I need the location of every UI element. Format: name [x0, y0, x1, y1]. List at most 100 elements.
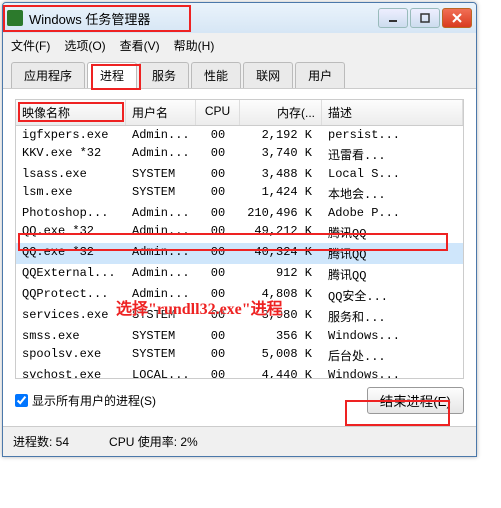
cell: 1,424 K: [240, 184, 322, 203]
cell: services.exe: [16, 307, 126, 326]
cell: 腾讯QQ: [322, 244, 463, 263]
cell: 4,808 K: [240, 286, 322, 305]
cell: 迅雷看...: [322, 145, 463, 164]
table-header: 映像名称 用户名 CPU 内存(... 描述: [16, 100, 463, 126]
cell: persist...: [322, 127, 463, 143]
app-icon: [7, 10, 23, 26]
cell: Adobe P...: [322, 205, 463, 221]
cell: 后台处...: [322, 346, 463, 365]
cell: Windows...: [322, 328, 463, 344]
col-user[interactable]: 用户名: [126, 100, 196, 125]
table-row[interactable]: QQProtect...Admin...004,808 KQQ安全...: [16, 285, 463, 306]
tab-5[interactable]: 用户: [295, 62, 345, 88]
cell: 3,740 K: [240, 145, 322, 164]
cell: lsass.exe: [16, 166, 126, 182]
process-table: 映像名称 用户名 CPU 内存(... 描述 igfxpers.exeAdmin…: [15, 99, 464, 379]
cell: 00: [196, 166, 240, 182]
table-row[interactable]: services.exeSYSTEM003,980 K服务和...: [16, 306, 463, 327]
tab-0[interactable]: 应用程序: [11, 62, 85, 88]
window-title: Windows 任务管理器: [29, 9, 378, 28]
table-row[interactable]: igfxpers.exeAdmin...002,192 Kpersist...: [16, 126, 463, 144]
cell: SYSTEM: [126, 166, 196, 182]
cell: 00: [196, 184, 240, 203]
cell: KKV.exe *32: [16, 145, 126, 164]
cell: 00: [196, 286, 240, 305]
cell: lsm.exe: [16, 184, 126, 203]
table-row[interactable]: Photoshop...Admin...00210,496 KAdobe P..…: [16, 204, 463, 222]
table-row[interactable]: svchost.exeLOCAL...004,440 KWindows...: [16, 366, 463, 379]
cell: smss.exe: [16, 328, 126, 344]
statusbar: 进程数: 54 CPU 使用率: 2%: [3, 426, 476, 456]
cell: 00: [196, 223, 240, 242]
menu-options[interactable]: 选项(O): [64, 37, 105, 54]
table-row[interactable]: spoolsv.exeSYSTEM005,008 K后台处...: [16, 345, 463, 366]
show-all-users-label: 显示所有用户的进程(S): [32, 392, 156, 409]
cell: SYSTEM: [126, 328, 196, 344]
cell: 40,324 K: [240, 244, 322, 263]
cell: Photoshop...: [16, 205, 126, 221]
cell: 49,212 K: [240, 223, 322, 242]
cell: 00: [196, 307, 240, 326]
table-row[interactable]: QQExternal...Admin...00912 K腾讯QQ: [16, 264, 463, 285]
cell: QQProtect...: [16, 286, 126, 305]
col-cpu[interactable]: CPU: [196, 100, 240, 125]
titlebar: Windows 任务管理器: [3, 3, 476, 33]
tab-1[interactable]: 进程: [87, 62, 137, 88]
menu-help[interactable]: 帮助(H): [174, 37, 215, 54]
col-memory[interactable]: 内存(...: [240, 100, 322, 125]
table-row[interactable]: QQ.exe *32Admin...0040,324 K腾讯QQ: [16, 243, 463, 264]
table-row[interactable]: lsm.exeSYSTEM001,424 K本地会...: [16, 183, 463, 204]
table-row[interactable]: smss.exeSYSTEM00356 KWindows...: [16, 327, 463, 345]
cell: spoolsv.exe: [16, 346, 126, 365]
cell: Windows...: [322, 367, 463, 379]
table-row[interactable]: QQ.exe *32Admin...0049,212 K腾讯QQ: [16, 222, 463, 243]
cell: 00: [196, 328, 240, 344]
cell: 本地会...: [322, 184, 463, 203]
cell: 4,440 K: [240, 367, 322, 379]
menubar: 文件(F) 选项(O) 查看(V) 帮助(H): [3, 33, 476, 58]
cell: Admin...: [126, 145, 196, 164]
cell: QQ.exe *32: [16, 244, 126, 263]
table-row[interactable]: lsass.exeSYSTEM003,488 KLocal S...: [16, 165, 463, 183]
menu-file[interactable]: 文件(F): [11, 37, 50, 54]
show-all-users-checkbox[interactable]: [15, 394, 28, 407]
col-description[interactable]: 描述: [322, 100, 463, 125]
tabbar: 应用程序进程服务性能联网用户: [3, 58, 476, 89]
end-process-button[interactable]: 结束进程(E): [367, 387, 464, 414]
minimize-button[interactable]: [378, 8, 408, 28]
tab-3[interactable]: 性能: [191, 62, 241, 88]
cell: 3,488 K: [240, 166, 322, 182]
tab-4[interactable]: 联网: [243, 62, 293, 88]
table-row[interactable]: KKV.exe *32Admin...003,740 K迅雷看...: [16, 144, 463, 165]
cell: SYSTEM: [126, 307, 196, 326]
cell: 356 K: [240, 328, 322, 344]
cell: Admin...: [126, 286, 196, 305]
menu-view[interactable]: 查看(V): [120, 37, 160, 54]
cell: 00: [196, 265, 240, 284]
cell: 5,008 K: [240, 346, 322, 365]
cell: 00: [196, 205, 240, 221]
tab-2[interactable]: 服务: [139, 62, 189, 88]
cell: 912 K: [240, 265, 322, 284]
cell: 2,192 K: [240, 127, 322, 143]
cell: QQ安全...: [322, 286, 463, 305]
cell: Admin...: [126, 205, 196, 221]
cell: 腾讯QQ: [322, 223, 463, 242]
close-button[interactable]: [442, 8, 472, 28]
cell: Admin...: [126, 223, 196, 242]
cell: 服务和...: [322, 307, 463, 326]
cell: Admin...: [126, 265, 196, 284]
maximize-button[interactable]: [410, 8, 440, 28]
status-process-count: 进程数: 54: [13, 433, 69, 450]
col-image-name[interactable]: 映像名称: [16, 100, 126, 125]
cell: SYSTEM: [126, 184, 196, 203]
cell: Local S...: [322, 166, 463, 182]
cell: SYSTEM: [126, 346, 196, 365]
cell: 00: [196, 346, 240, 365]
cell: Admin...: [126, 127, 196, 143]
cell: 00: [196, 244, 240, 263]
status-cpu-usage: CPU 使用率: 2%: [109, 433, 198, 450]
cell: svchost.exe: [16, 367, 126, 379]
cell: 00: [196, 367, 240, 379]
cell: Admin...: [126, 244, 196, 263]
